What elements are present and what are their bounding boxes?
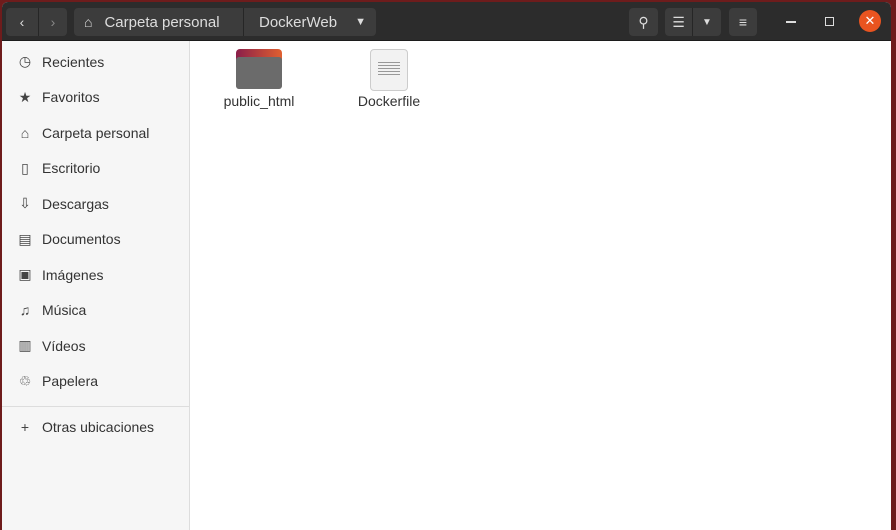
close-icon: ✕ [864,13,876,28]
path-bar: ⌂ Carpeta personal DockerWeb ▼ [74,8,376,36]
close-button[interactable]: ✕ [859,10,881,32]
file-view: public_html Dockerfile [191,41,891,530]
file-manager-window: ‹ › ⌂ Carpeta personal DockerWeb ▼ ⚲ ☰ ▼ … [2,2,891,530]
back-button[interactable]: ‹ [6,8,39,36]
header-bar: ‹ › ⌂ Carpeta personal DockerWeb ▼ ⚲ ☰ ▼ … [2,2,891,41]
list-icon: ☰ [672,13,685,30]
view-list-button[interactable]: ☰ [665,8,693,36]
maximize-button[interactable] [825,17,834,26]
chevron-right-icon: › [50,14,56,30]
image-icon: ▣ [18,266,32,283]
minimize-button[interactable] [786,21,796,23]
star-icon: ★ [18,88,32,105]
crumb-home[interactable]: ⌂ Carpeta personal [74,8,244,36]
plus-icon: + [20,419,30,435]
sidebar-item-musica[interactable]: ♫ Música [2,293,189,329]
file-item-folder[interactable]: public_html [209,49,309,109]
download-icon: ⇩ [19,195,31,212]
sidebar-item-imagenes[interactable]: ▣ Imágenes [2,257,189,293]
search-button[interactable]: ⚲ [629,8,658,36]
caret-down-icon[interactable]: ▼ [355,16,366,28]
caret-down-icon: ▼ [702,16,712,28]
hamburger-icon: ≡ [738,14,748,30]
sidebar-item-descargas[interactable]: ⇩ Descargas [2,186,189,222]
folder-icon [236,49,282,89]
music-icon: ♫ [19,302,31,319]
video-icon: ▥ [18,337,32,354]
search-icon: ⚲ [638,13,649,30]
text-file-icon [370,49,408,91]
chevron-left-icon: ‹ [19,14,25,30]
sidebar-item-favoritos[interactable]: ★ Favoritos [2,80,189,116]
clock-icon: ◷ [18,53,32,70]
trash-icon: ♲ [18,372,32,389]
desktop-icon: ▯ [21,159,29,176]
sidebar-item-recientes[interactable]: ◷ Recientes [2,44,189,80]
sidebar-divider [2,406,189,407]
sidebar: ◷ Recientes ★ Favoritos ⌂ Carpeta personal … [2,41,190,530]
home-icon: ⌂ [84,14,93,30]
sidebar-item-videos[interactable]: ▥ Vídeos [2,328,189,364]
file-item-file[interactable]: Dockerfile [339,49,439,109]
forward-button[interactable]: › [39,8,67,36]
document-icon: ▤ [18,230,32,247]
sidebar-item-papelera[interactable]: ♲ Papelera [2,364,189,400]
sidebar-item-other-locations[interactable]: + Otras ubicaciones [2,415,189,439]
view-options-button[interactable]: ▼ [693,8,721,36]
crumb-current[interactable]: DockerWeb [244,14,337,31]
sidebar-item-escritorio[interactable]: ▯ Escritorio [2,151,189,187]
sidebar-item-documentos[interactable]: ▤ Documentos [2,222,189,258]
home-icon: ⌂ [20,124,30,141]
sidebar-item-home[interactable]: ⌂ Carpeta personal [2,115,189,151]
menu-button[interactable]: ≡ [729,8,757,36]
